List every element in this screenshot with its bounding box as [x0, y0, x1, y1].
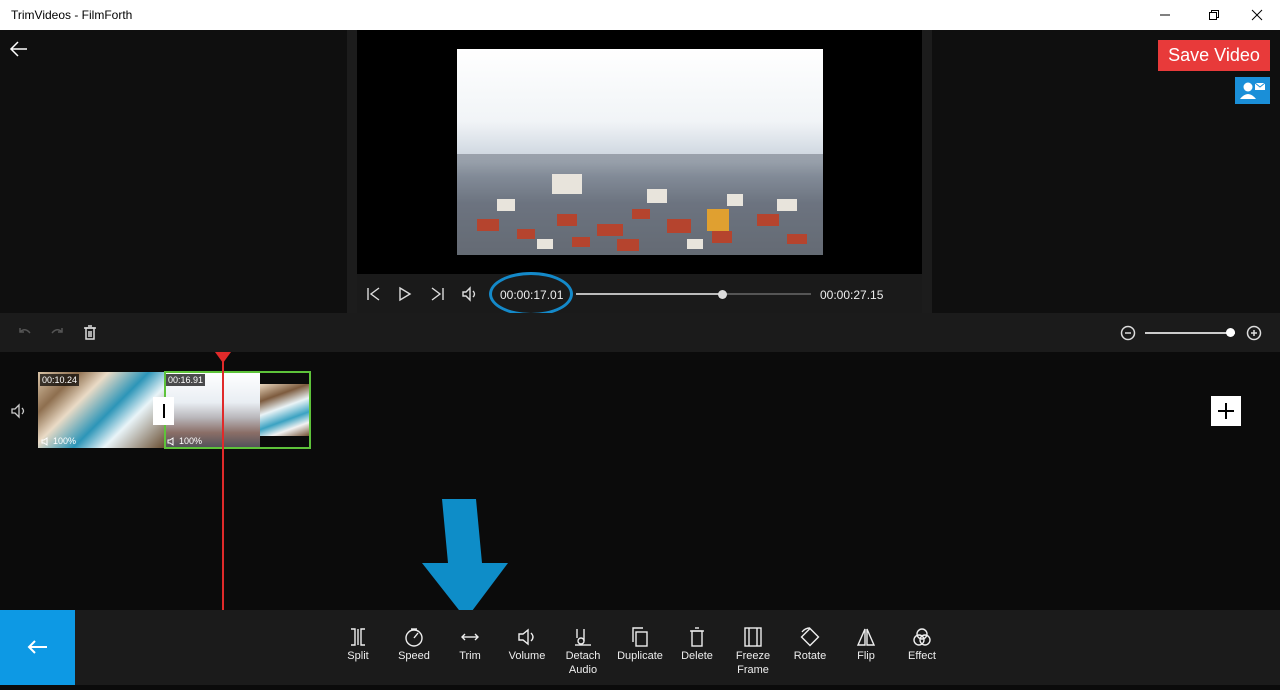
volume-icon: [518, 628, 534, 646]
tool-detach-audio[interactable]: Detach Audio: [555, 625, 611, 677]
tool-volume[interactable]: Volume: [499, 625, 555, 663]
effect-icon: [913, 628, 931, 646]
zoom-slider[interactable]: [1145, 332, 1235, 334]
tool-label: Flip: [857, 650, 875, 662]
window-title: TrimVideos - FilmForth: [11, 8, 133, 22]
playhead-marker[interactable]: [215, 352, 231, 363]
playhead[interactable]: [222, 360, 224, 610]
tool-freeze-frame[interactable]: Freeze Frame: [725, 625, 781, 677]
delete-icon: [690, 627, 704, 647]
title-bar: TrimVideos - FilmForth: [0, 0, 1280, 30]
tool-speed[interactable]: Speed: [386, 625, 442, 663]
tool-label: Detach Audio: [565, 650, 601, 676]
tool-trim[interactable]: Trim: [442, 625, 498, 663]
minimize-button[interactable]: [1142, 0, 1188, 30]
back-button[interactable]: [9, 40, 29, 58]
total-time: 00:00:27.15: [820, 288, 884, 302]
village-scene-image: [457, 154, 823, 255]
skip-forward-button[interactable]: [428, 285, 446, 303]
right-panel: [932, 30, 1280, 313]
tool-flip[interactable]: Flip: [838, 625, 894, 663]
close-icon: [1251, 9, 1263, 21]
time-annotation-circle: [489, 272, 573, 316]
play-icon: [399, 286, 412, 302]
zoom-out-icon: [1120, 325, 1136, 341]
tool-label: Freeze Frame: [735, 650, 771, 676]
undo-button[interactable]: [17, 325, 33, 341]
track-volume-button[interactable]: [10, 403, 28, 419]
tool-label: Rotate: [793, 650, 827, 662]
timeline-clip[interactable]: 00:10.24 100%: [38, 372, 164, 448]
add-clip-button[interactable]: [1211, 396, 1241, 426]
preview-volume-button[interactable]: [461, 285, 479, 303]
clip-selection-frame: [164, 371, 311, 449]
restore-icon: [1209, 10, 1219, 20]
tool-effect[interactable]: Effect: [894, 625, 950, 663]
tool-label: Trim: [459, 650, 481, 662]
zoom-in-icon: [1246, 325, 1262, 341]
tool-rotate[interactable]: Rotate: [782, 625, 838, 663]
contact-icon: [1240, 82, 1266, 99]
left-panel: [0, 30, 347, 313]
play-button[interactable]: [396, 285, 414, 303]
tool-delete[interactable]: Delete: [669, 625, 725, 663]
zoom-out-button[interactable]: [1120, 325, 1136, 341]
annotation-arrow: [422, 499, 508, 619]
tool-label: Delete: [681, 650, 713, 662]
duplicate-icon: [632, 627, 648, 647]
tool-label: Duplicate: [617, 650, 663, 662]
arrow-left-icon: [9, 41, 27, 57]
trash-button[interactable]: [82, 325, 98, 341]
speaker-icon: [462, 286, 476, 302]
redo-icon: [51, 328, 63, 334]
contact-button[interactable]: [1235, 77, 1270, 104]
restore-button[interactable]: [1191, 0, 1237, 30]
undo-icon: [19, 328, 31, 334]
trash-icon: [84, 325, 96, 340]
clip-volume-value: 100%: [53, 436, 77, 446]
skip-back-button[interactable]: [365, 285, 383, 303]
speed-icon: [405, 628, 423, 647]
tool-label: Volume: [508, 650, 546, 662]
seek-bar-progress: [576, 293, 722, 295]
detach-audio-icon: [575, 629, 591, 646]
tool-duplicate[interactable]: Duplicate: [612, 625, 668, 663]
skip-forward-icon: [431, 287, 444, 301]
close-button[interactable]: [1234, 0, 1280, 30]
split-icon: [351, 628, 365, 646]
exit-editor-button[interactable]: [0, 610, 75, 685]
trim-icon: [461, 633, 479, 641]
timeline-toolbar: [0, 313, 1280, 352]
save-video-button[interactable]: Save Video: [1158, 40, 1270, 71]
tool-label: Split: [347, 650, 369, 662]
clip-split-handle[interactable]: [153, 397, 174, 425]
redo-button[interactable]: [49, 325, 65, 341]
rotate-icon: [800, 627, 820, 647]
flip-icon: [856, 628, 876, 646]
arrow-left-icon: [27, 640, 47, 654]
clip-duration: 00:10.24: [40, 374, 80, 386]
tool-split[interactable]: Split: [330, 625, 386, 663]
clip-volume: 100%: [41, 436, 76, 446]
video-frame: [457, 49, 823, 255]
freeze-frame-icon: [744, 627, 762, 647]
minimize-icon: [1160, 14, 1170, 16]
tool-label: Speed: [398, 650, 430, 662]
zoom-in-button[interactable]: [1246, 325, 1262, 341]
seek-handle[interactable]: [718, 290, 727, 299]
zoom-slider-handle[interactable]: [1226, 328, 1235, 337]
tool-label: Effect: [908, 650, 936, 662]
speaker-icon: [41, 436, 48, 446]
speaker-icon: [11, 403, 25, 419]
skip-back-icon: [367, 287, 380, 301]
